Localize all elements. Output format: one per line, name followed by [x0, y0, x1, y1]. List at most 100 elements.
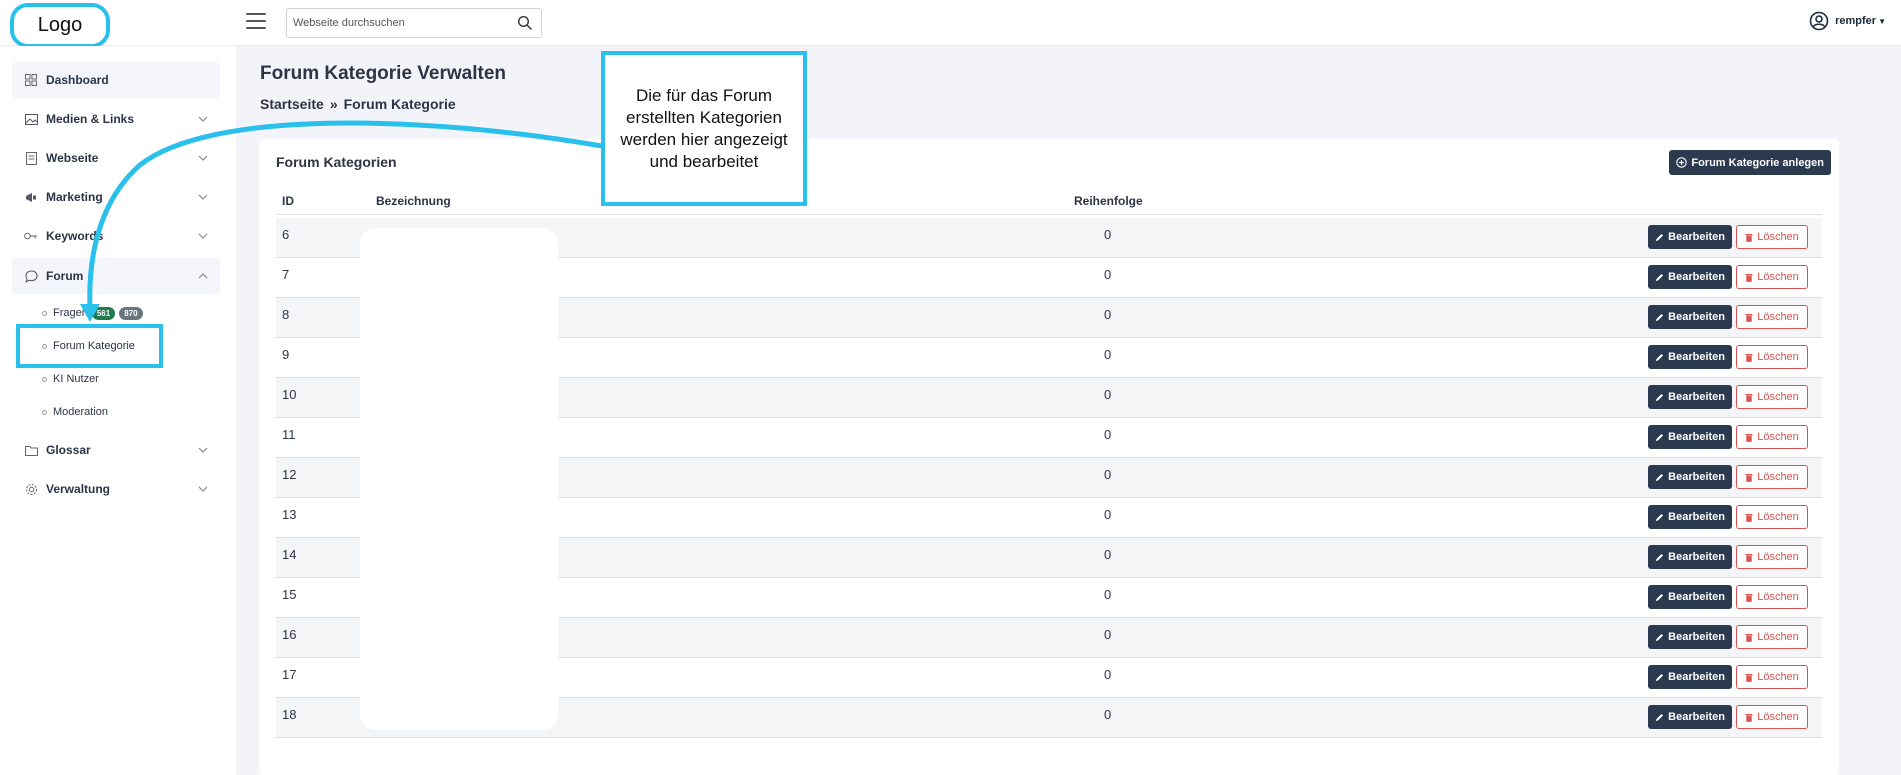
- sidebar-item-keywords[interactable]: Keywords: [12, 218, 220, 254]
- gear-icon: [24, 482, 38, 496]
- cell-id: 6: [282, 227, 290, 242]
- delete-button[interactable]: Löschen: [1736, 665, 1808, 689]
- sidebar-item-label: Marketing: [46, 190, 103, 204]
- edit-label: Bearbeiten: [1668, 311, 1725, 323]
- page-icon: [24, 151, 38, 165]
- edit-label: Bearbeiten: [1668, 471, 1725, 483]
- sidebar-item-medien[interactable]: Medien & Links: [12, 101, 220, 137]
- delete-button[interactable]: Löschen: [1736, 225, 1808, 249]
- count-badge-green: 561: [91, 306, 116, 320]
- edit-button[interactable]: Bearbeiten: [1648, 665, 1732, 689]
- logo[interactable]: Logo: [10, 3, 110, 48]
- delete-button[interactable]: Löschen: [1736, 705, 1808, 729]
- folder-icon: [24, 443, 38, 457]
- edit-label: Bearbeiten: [1668, 391, 1725, 403]
- delete-button[interactable]: Löschen: [1736, 465, 1808, 489]
- user-menu[interactable]: rempfer ▼: [1809, 11, 1886, 31]
- sidebar-subitem-fragen[interactable]: Fragen 561 870: [42, 303, 143, 323]
- delete-button[interactable]: Löschen: [1736, 505, 1808, 529]
- trash-icon: [1745, 673, 1753, 682]
- edit-label: Bearbeiten: [1668, 511, 1725, 523]
- sidebar-subitem-label: KI Nutzer: [53, 373, 99, 385]
- delete-button[interactable]: Löschen: [1736, 585, 1808, 609]
- add-category-button[interactable]: Forum Kategorie anlegen: [1669, 150, 1831, 175]
- cell-id: 15: [282, 587, 297, 602]
- pencil-icon: [1656, 553, 1664, 561]
- search-input[interactable]: [287, 9, 507, 37]
- sidebar-item-marketing[interactable]: Marketing: [12, 179, 220, 215]
- bullet-icon: [42, 310, 47, 316]
- trash-icon: [1745, 713, 1753, 722]
- user-avatar-icon: [1809, 11, 1829, 31]
- cell-order: 0: [1104, 627, 1112, 642]
- delete-label: Löschen: [1757, 631, 1799, 643]
- edit-button[interactable]: Bearbeiten: [1648, 265, 1732, 289]
- delete-label: Löschen: [1757, 431, 1799, 443]
- edit-button[interactable]: Bearbeiten: [1648, 385, 1732, 409]
- edit-button[interactable]: Bearbeiten: [1648, 505, 1732, 529]
- cell-id: 18: [282, 707, 297, 722]
- plus-circle-icon: [1676, 157, 1688, 168]
- edit-button[interactable]: Bearbeiten: [1648, 345, 1732, 369]
- top-bar: rempfer ▼: [0, 0, 1901, 46]
- search-icon[interactable]: [517, 15, 533, 31]
- delete-label: Löschen: [1757, 231, 1799, 243]
- edit-button[interactable]: Bearbeiten: [1648, 465, 1732, 489]
- delete-button[interactable]: Löschen: [1736, 265, 1808, 289]
- edit-button[interactable]: Bearbeiten: [1648, 705, 1732, 729]
- sidebar-item-forum[interactable]: Forum: [12, 258, 220, 294]
- bullet-icon: [42, 409, 47, 415]
- cell-id: 12: [282, 467, 297, 482]
- sidebar-item-dashboard[interactable]: Dashboard: [12, 62, 220, 98]
- edit-button[interactable]: Bearbeiten: [1648, 305, 1732, 329]
- edit-button[interactable]: Bearbeiten: [1648, 585, 1732, 609]
- edit-label: Bearbeiten: [1668, 671, 1725, 683]
- cell-id: 10: [282, 387, 297, 402]
- bullet-icon: [42, 376, 47, 382]
- pencil-icon: [1656, 313, 1664, 321]
- search-box: [286, 8, 542, 38]
- delete-button[interactable]: Löschen: [1736, 545, 1808, 569]
- cell-id: 8: [282, 307, 290, 322]
- edit-label: Bearbeiten: [1668, 231, 1725, 243]
- delete-button[interactable]: Löschen: [1736, 425, 1808, 449]
- cell-order: 0: [1104, 667, 1112, 682]
- cell-id: 13: [282, 507, 297, 522]
- sidebar-subitem-label: Moderation: [53, 406, 109, 418]
- chevron-down-icon: [198, 233, 208, 239]
- pencil-icon: [1656, 393, 1664, 401]
- delete-label: Löschen: [1757, 671, 1799, 683]
- chevron-down-icon: [198, 155, 208, 161]
- edit-button[interactable]: Bearbeiten: [1648, 225, 1732, 249]
- cell-order: 0: [1104, 547, 1112, 562]
- delete-button[interactable]: Löschen: [1736, 345, 1808, 369]
- pencil-icon: [1656, 513, 1664, 521]
- megaphone-icon: [24, 190, 38, 204]
- menu-toggle-icon[interactable]: [246, 13, 266, 31]
- chevron-down-icon: [198, 116, 208, 122]
- breadcrumb-home[interactable]: Startseite: [260, 96, 324, 112]
- edit-button[interactable]: Bearbeiten: [1648, 625, 1732, 649]
- delete-button[interactable]: Löschen: [1736, 305, 1808, 329]
- sidebar-subitem-label: Fragen: [53, 307, 88, 319]
- sidebar-subitem-ki-nutzer[interactable]: KI Nutzer: [42, 369, 99, 389]
- trash-icon: [1745, 473, 1753, 482]
- cell-order: 0: [1104, 387, 1112, 402]
- edit-button[interactable]: Bearbeiten: [1648, 545, 1732, 569]
- sidebar-item-webseite[interactable]: Webseite: [12, 140, 220, 176]
- sidebar-item-verwaltung[interactable]: Verwaltung: [12, 471, 220, 507]
- cell-id: 16: [282, 627, 297, 642]
- cell-id: 17: [282, 667, 297, 682]
- delete-label: Löschen: [1757, 711, 1799, 723]
- delete-button[interactable]: Löschen: [1736, 385, 1808, 409]
- sidebar-item-glossar[interactable]: Glossar: [12, 432, 220, 468]
- chat-icon: [24, 269, 38, 283]
- column-header-order: Reihenfolge: [1074, 194, 1143, 208]
- cell-order: 0: [1104, 467, 1112, 482]
- sidebar-subitem-moderation[interactable]: Moderation: [42, 402, 108, 422]
- delete-button[interactable]: Löschen: [1736, 625, 1808, 649]
- table-header: ID Bezeichnung Reihenfolge: [276, 185, 1822, 215]
- delete-label: Löschen: [1757, 511, 1799, 523]
- edit-button[interactable]: Bearbeiten: [1648, 425, 1732, 449]
- delete-label: Löschen: [1757, 551, 1799, 563]
